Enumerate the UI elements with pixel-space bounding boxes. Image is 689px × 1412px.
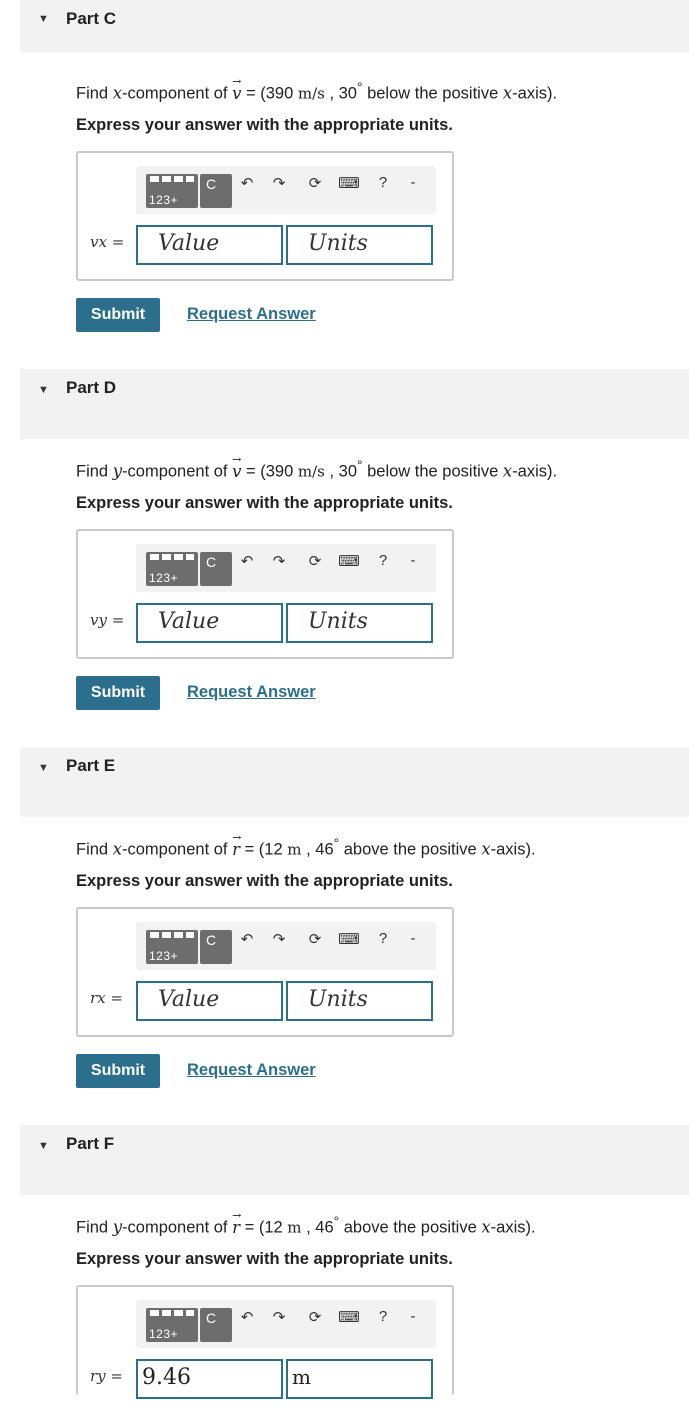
units-input[interactable]: Units <box>286 603 433 643</box>
keyboard-icon[interactable]: ⌨ <box>338 552 360 570</box>
redo-icon[interactable]: ↷ <box>268 930 290 948</box>
part-header[interactable]: ▼ Part E <box>20 747 689 817</box>
question-prompt: Find y-component of r = (12 m , 46° abov… <box>76 1209 536 1238</box>
math-toolbar: 123+ C ↶ ↷ ⟳ ⌨ ? - <box>136 922 436 970</box>
keypad-button[interactable]: 123+ <box>146 552 198 586</box>
keyboard-icon[interactable]: ⌨ <box>338 1308 360 1326</box>
instruction: Express your answer with the appropriate… <box>76 872 453 890</box>
request-answer-link[interactable]: Request Answer <box>187 683 316 702</box>
value-input[interactable]: Value <box>136 981 283 1021</box>
answer-box: 123+ C ↶ ↷ ⟳ ⌨ ? - vy = Value Units <box>76 529 454 659</box>
question-prompt: Find x-component of v = (390 m/s , 30° b… <box>76 75 557 104</box>
instruction: Express your answer with the appropriate… <box>76 116 453 134</box>
keypad-button[interactable]: 123+ <box>146 174 198 208</box>
redo-icon[interactable]: ↷ <box>268 174 290 192</box>
value-input[interactable]: 9.46 <box>136 1359 283 1399</box>
keyboard-icon[interactable]: ⌨ <box>338 174 360 192</box>
caret-down-icon[interactable]: ▼ <box>38 762 49 774</box>
units-input[interactable]: m <box>286 1359 433 1399</box>
part-header[interactable]: ▼ Part C <box>20 0 689 53</box>
answer-box: 123+ C ↶ ↷ ⟳ ⌨ ? - rx = Value Units <box>76 907 454 1037</box>
help-icon[interactable]: ? <box>372 174 394 191</box>
instruction: Express your answer with the appropriate… <box>76 494 453 512</box>
help-icon[interactable]: ? <box>372 930 394 947</box>
redo-icon[interactable]: ↷ <box>268 552 290 570</box>
dash-icon: - <box>410 1308 416 1325</box>
keypad-button[interactable]: 123+ <box>146 1308 198 1342</box>
reset-icon[interactable]: ⟳ <box>304 1308 326 1326</box>
request-answer-link[interactable]: Request Answer <box>187 1061 316 1080</box>
dash-icon: - <box>410 174 416 191</box>
part-title: Part E <box>66 756 116 775</box>
submit-button[interactable]: Submit <box>76 676 160 710</box>
dash-icon: - <box>410 930 416 947</box>
math-toolbar: 123+ C ↶ ↷ ⟳ ⌨ ? - <box>136 1300 436 1348</box>
caret-down-icon[interactable]: ▼ <box>38 384 49 396</box>
undo-icon[interactable]: ↶ <box>236 930 258 948</box>
instruction: Express your answer with the appropriate… <box>76 1250 453 1268</box>
undo-icon[interactable]: ↶ <box>236 552 258 570</box>
answer-box: 123+ C ↶ ↷ ⟳ ⌨ ? - ry = 9.46 m <box>76 1285 454 1399</box>
equation-label: vx = <box>90 233 125 251</box>
units-input[interactable]: Units <box>286 225 433 265</box>
dash-icon: - <box>410 552 416 569</box>
redo-icon[interactable]: ↷ <box>268 1308 290 1326</box>
templates-button[interactable]: C <box>200 1308 232 1342</box>
templates-button[interactable]: C <box>200 930 232 964</box>
help-icon[interactable]: ? <box>372 552 394 569</box>
keypad-button[interactable]: 123+ <box>146 930 198 964</box>
part-title: Part F <box>66 1134 115 1153</box>
undo-icon[interactable]: ↶ <box>236 174 258 192</box>
question-prompt: Find y-component of v = (390 m/s , 30° b… <box>76 453 557 482</box>
help-icon[interactable]: ? <box>372 1308 394 1325</box>
caret-down-icon[interactable]: ▼ <box>38 1140 49 1152</box>
equation-label: ry = <box>90 1367 123 1385</box>
reset-icon[interactable]: ⟳ <box>304 930 326 948</box>
answer-box: 123+ C ↶ ↷ ⟳ ⌨ ? - vx = Value Units <box>76 151 454 281</box>
templates-button[interactable]: C <box>200 174 232 208</box>
value-input[interactable]: Value <box>136 225 283 265</box>
math-toolbar: 123+ C ↶ ↷ ⟳ ⌨ ? - <box>136 166 436 214</box>
value-input[interactable]: Value <box>136 603 283 643</box>
undo-icon[interactable]: ↶ <box>236 1308 258 1326</box>
part-header[interactable]: ▼ Part D <box>20 369 689 439</box>
submit-button[interactable]: Submit <box>76 1054 160 1088</box>
units-input[interactable]: Units <box>286 981 433 1021</box>
part-header[interactable]: ▼ Part F <box>20 1125 689 1195</box>
submit-button[interactable]: Submit <box>76 298 160 332</box>
reset-icon[interactable]: ⟳ <box>304 174 326 192</box>
request-answer-link[interactable]: Request Answer <box>187 305 316 324</box>
equation-label: vy = <box>90 611 125 629</box>
caret-down-icon[interactable]: ▼ <box>38 13 49 25</box>
keyboard-icon[interactable]: ⌨ <box>338 930 360 948</box>
part-title: Part C <box>66 9 117 28</box>
part-title: Part D <box>66 378 117 397</box>
equation-label: rx = <box>90 989 123 1007</box>
reset-icon[interactable]: ⟳ <box>304 552 326 570</box>
question-prompt: Find x-component of r = (12 m , 46° abov… <box>76 831 536 860</box>
math-toolbar: 123+ C ↶ ↷ ⟳ ⌨ ? - <box>136 544 436 592</box>
templates-button[interactable]: C <box>200 552 232 586</box>
